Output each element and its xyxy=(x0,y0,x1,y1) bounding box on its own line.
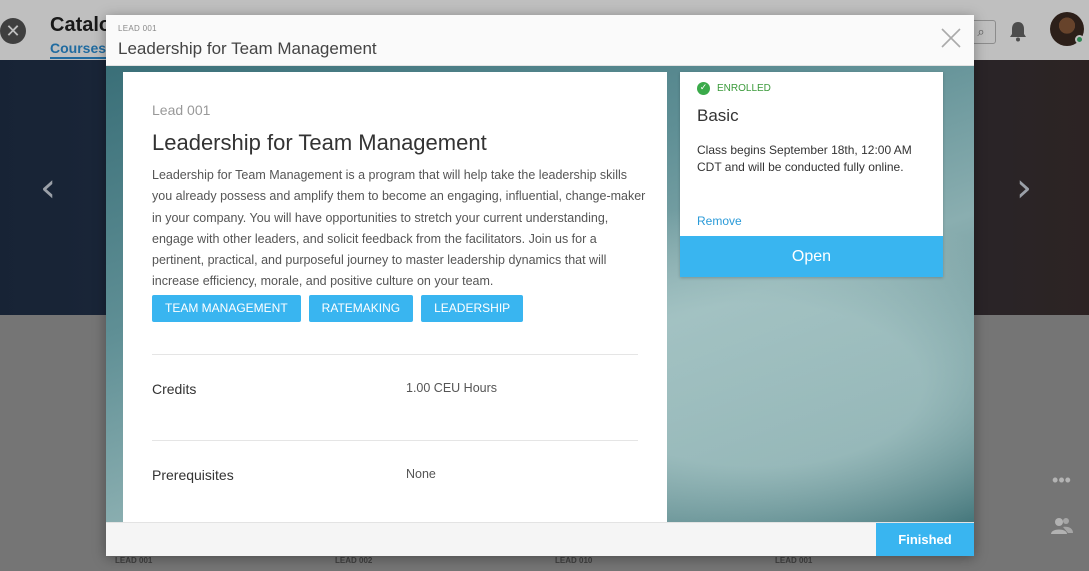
tag-leadership[interactable]: LEADERSHIP xyxy=(421,295,524,322)
open-button[interactable]: Open xyxy=(680,236,943,277)
credits-label: Credits xyxy=(152,381,197,397)
enrolled-badge: ✓ ENROLLED xyxy=(697,82,771,95)
course-description: Leadership for Team Management is a prog… xyxy=(152,168,646,289)
finished-button[interactable]: Finished xyxy=(876,523,974,556)
close-icon[interactable] xyxy=(940,27,962,49)
credits-value: 1.00 CEU Hours xyxy=(406,381,498,395)
modal-course-code: LEAD 001 xyxy=(118,24,157,33)
tag-list: TEAM MANAGEMENT RATEMAKING LEADERSHIP xyxy=(152,295,524,322)
enrollment-card: ✓ ENROLLED Basic Class begins September … xyxy=(680,72,943,277)
modal-body: Lead 001 Leadership for Team Management … xyxy=(106,66,974,522)
tag-ratemaking[interactable]: RATEMAKING xyxy=(308,295,414,322)
prerequisites-label: Prerequisites xyxy=(152,467,234,483)
course-title: Leadership for Team Management xyxy=(152,130,487,155)
plan-name: Basic xyxy=(697,106,739,125)
modal-title: Leadership for Team Management xyxy=(118,39,377,58)
modal-header: LEAD 001 Leadership for Team Management xyxy=(106,15,974,66)
remove-link[interactable]: Remove xyxy=(697,214,742,228)
tag-team-management[interactable]: TEAM MANAGEMENT xyxy=(152,295,301,322)
divider xyxy=(152,354,638,355)
enrolled-status: ENROLLED xyxy=(717,83,771,94)
course-code: Lead 001 xyxy=(152,102,211,118)
course-info-card: Lead 001 Leadership for Team Management … xyxy=(123,72,667,522)
schedule-text: Class begins September 18th, 12:00 AM CD… xyxy=(697,143,912,174)
divider xyxy=(152,440,638,441)
course-modal: LEAD 001 Leadership for Team Management … xyxy=(106,15,974,556)
modal-footer: Finished xyxy=(106,522,974,556)
check-circle-icon: ✓ xyxy=(697,82,710,95)
prerequisites-value: None xyxy=(406,467,436,481)
